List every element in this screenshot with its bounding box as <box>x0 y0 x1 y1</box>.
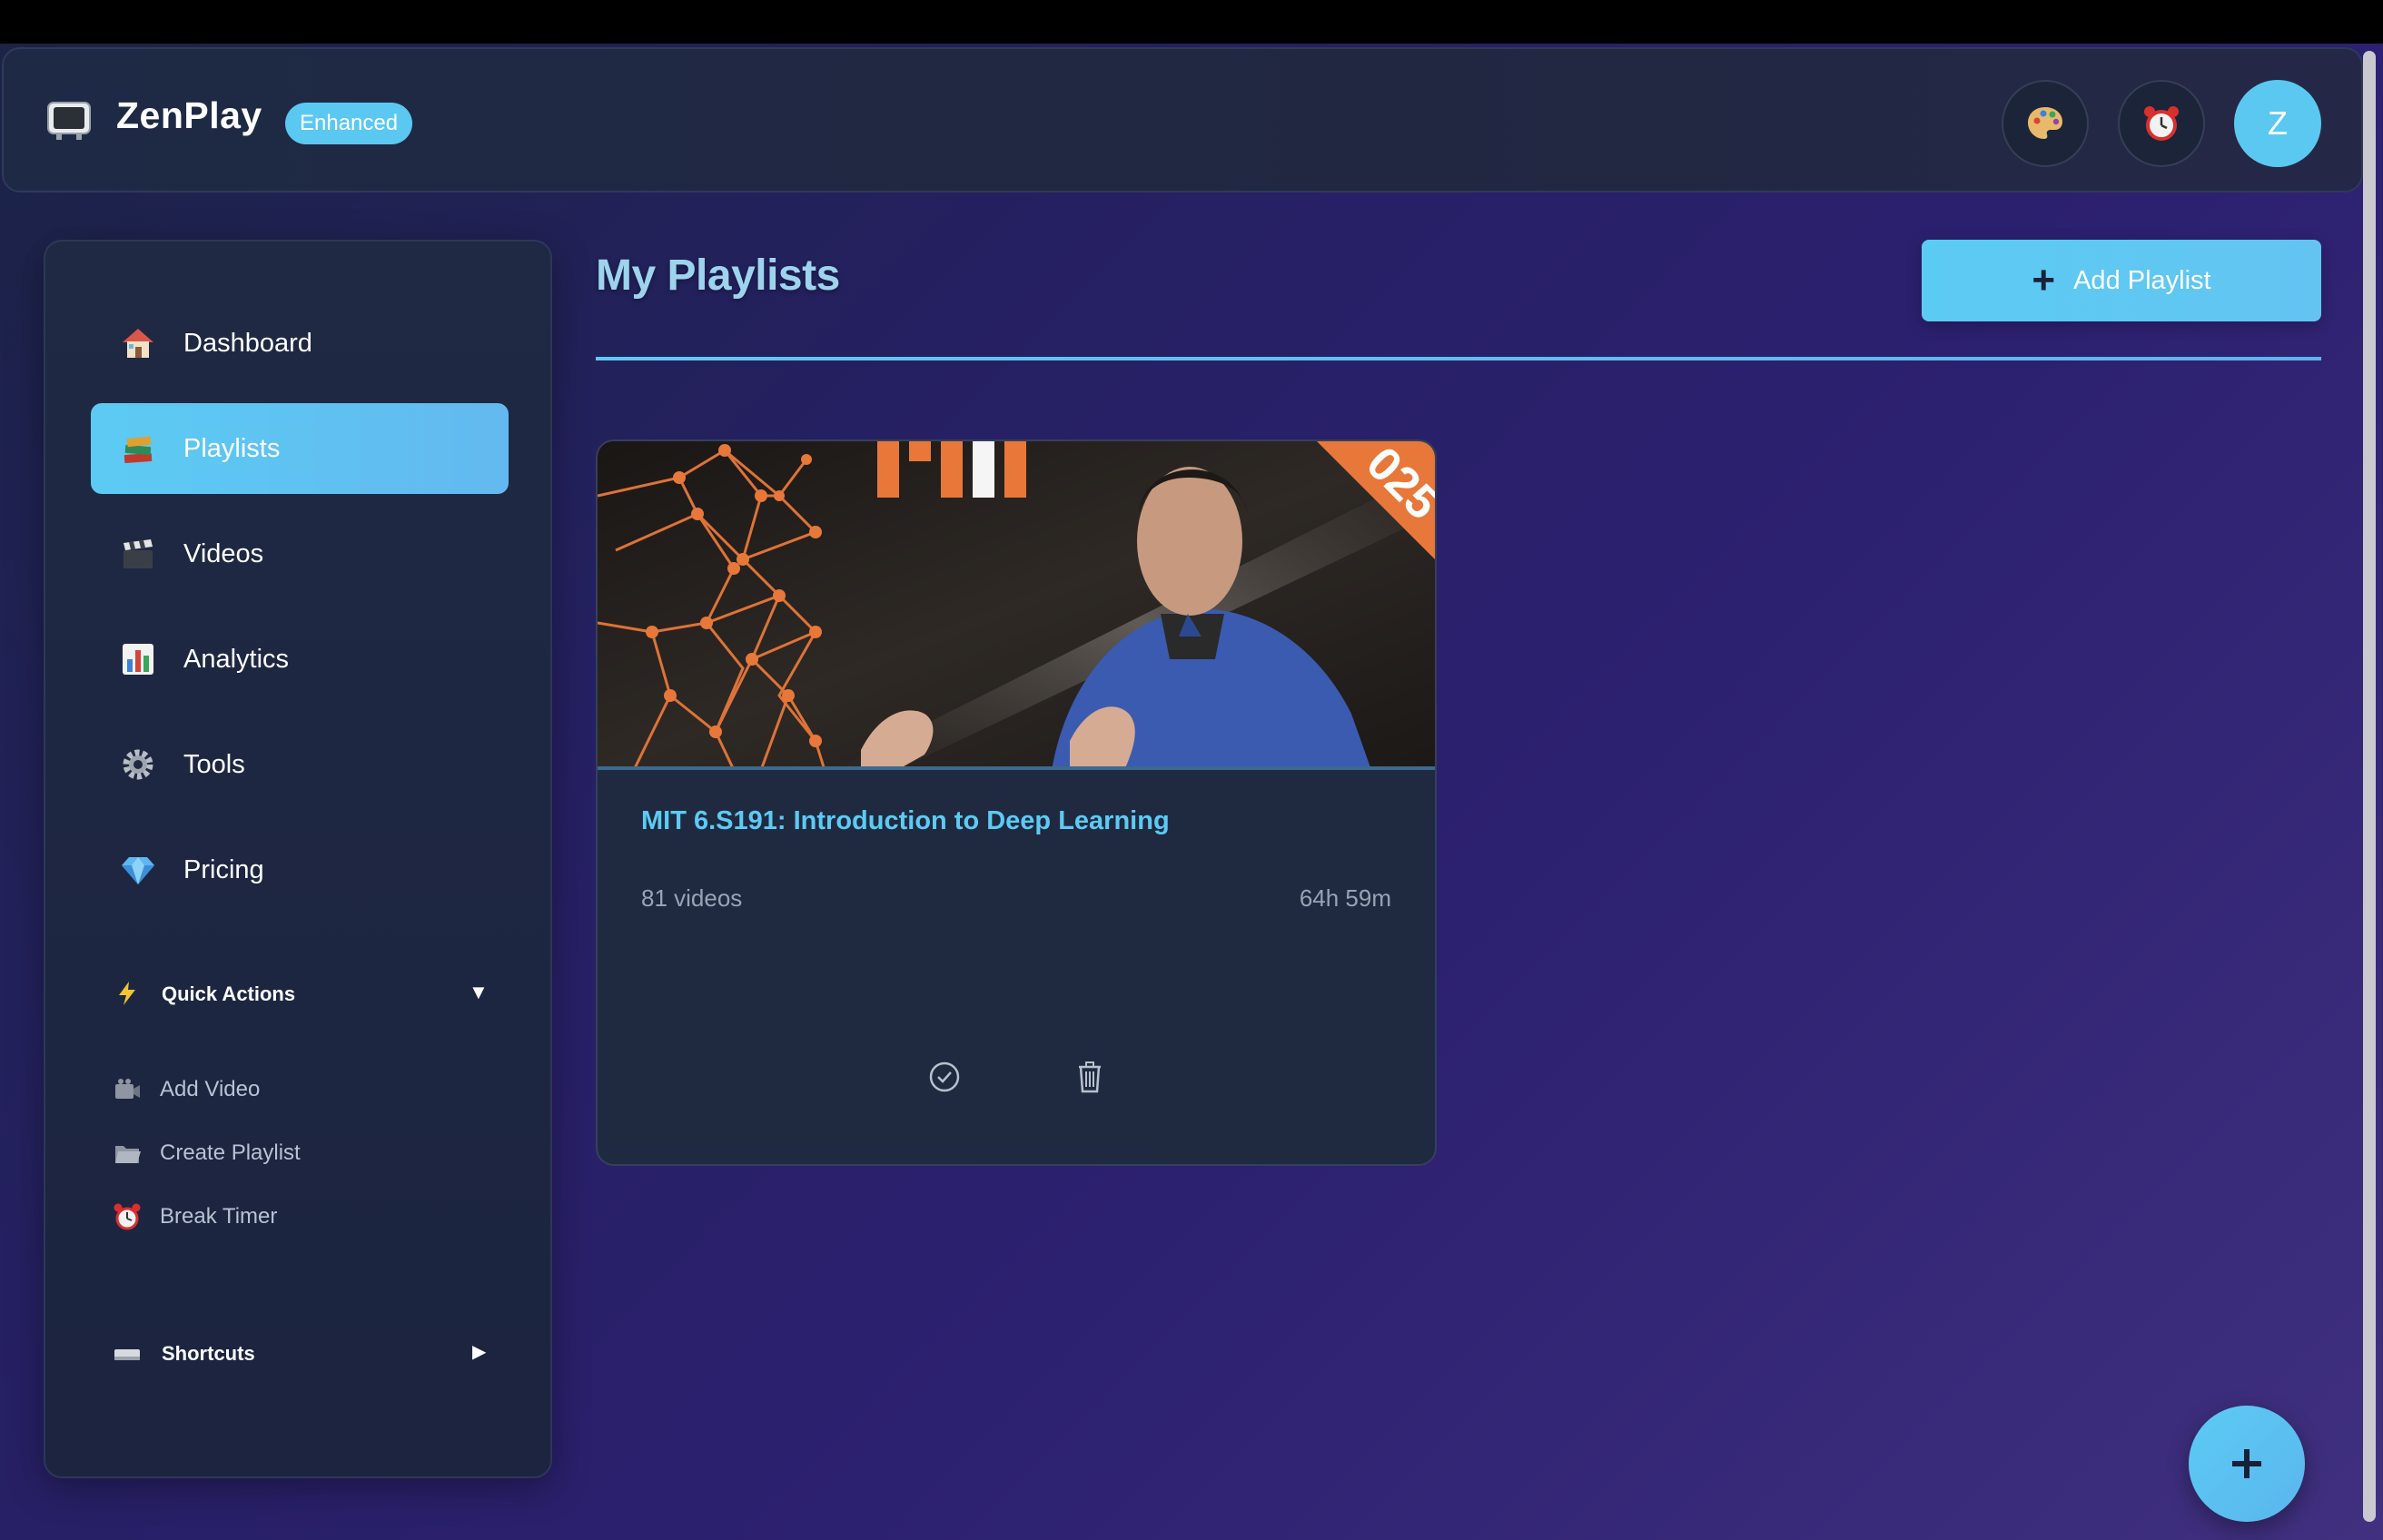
quick-action-label: Break Timer <box>160 1204 278 1229</box>
bar-chart-icon <box>123 644 153 675</box>
books-icon <box>124 436 153 463</box>
clapper-icon <box>124 539 153 568</box>
page-title: My Playlists <box>596 252 840 300</box>
sidebar-item-label: Dashboard <box>183 328 312 358</box>
quick-action-label: Create Playlist <box>160 1140 301 1165</box>
gem-icon <box>122 857 154 884</box>
tv-icon <box>47 102 91 140</box>
sidebar-item-label: Playlists <box>183 433 281 463</box>
floating-add-button[interactable] <box>2189 1406 2305 1522</box>
sidebar-item-label: Analytics <box>183 644 290 674</box>
playlist-thumbnail[interactable]: 025 <box>598 441 1435 770</box>
top-header: ZenPlay Enhanced Z <box>2 47 2363 192</box>
house-icon <box>123 329 153 358</box>
plus-icon: + <box>2032 258 2056 302</box>
folder-icon <box>115 1146 141 1163</box>
app-name[interactable]: ZenPlay <box>116 94 262 137</box>
enhanced-badge: Enhanced <box>285 103 413 144</box>
sidebar-item-label: Tools <box>183 749 245 779</box>
chevron-down-icon[interactable]: ▼ <box>469 981 489 1004</box>
lightning-icon <box>119 982 135 1005</box>
scrollbar[interactable] <box>2363 51 2376 1522</box>
add-playlist-button[interactable]: + Add Playlist <box>1922 240 2321 321</box>
thumbnail-image: 025 <box>598 441 1435 766</box>
alarm-clock-icon <box>114 1203 141 1230</box>
playlist-card[interactable]: 025 MIT 6.S191: Introduction to Deep Lea… <box>596 439 1437 1166</box>
title-divider <box>596 357 2321 360</box>
quick-action-break-timer[interactable]: Break Timer <box>113 1199 277 1235</box>
sidebar-item-tools[interactable]: Tools <box>91 719 509 810</box>
quick-action-label: Add Video <box>160 1077 261 1101</box>
sidebar-item-label: Pricing <box>183 854 264 884</box>
sidebar-item-playlists[interactable]: Playlists <box>91 403 509 494</box>
chevron-right-icon[interactable]: ▶ <box>472 1340 486 1363</box>
video-camera-icon <box>115 1079 140 1099</box>
quick-action-add-video[interactable]: Add Video <box>113 1071 260 1108</box>
sidebar-item-label: Videos <box>183 538 264 568</box>
gear-icon <box>123 749 153 780</box>
quick-action-create-playlist[interactable]: Create Playlist <box>113 1135 301 1171</box>
sidebar-item-analytics[interactable]: Analytics <box>91 614 509 705</box>
app-window: ZenPlay Enhanced Z Dashboard Playlists V… <box>0 44 2383 1540</box>
playlist-title[interactable]: MIT 6.S191: Introduction to Deep Learnin… <box>641 806 1170 836</box>
sidebar: Dashboard Playlists Videos Analytics Too… <box>44 240 552 1478</box>
sidebar-item-dashboard[interactable]: Dashboard <box>91 298 509 389</box>
sidebar-item-pricing[interactable]: Pricing <box>91 824 509 915</box>
add-playlist-label: Add Playlist <box>2073 265 2211 295</box>
playlist-duration: 64h 59m <box>1299 884 1391 912</box>
sidebar-item-videos[interactable]: Videos <box>91 508 509 599</box>
playlist-video-count: 81 videos <box>641 884 743 912</box>
alarm-clock-icon <box>2144 106 2179 141</box>
keyboard-icon <box>114 1349 140 1360</box>
check-circle-icon[interactable] <box>926 1059 963 1095</box>
shortcuts-title: Shortcuts <box>162 1342 255 1365</box>
plus-icon <box>2232 1449 2261 1478</box>
quick-actions-title: Quick Actions <box>162 982 296 1005</box>
break-timer-button[interactable] <box>2118 80 2205 167</box>
theme-button[interactable] <box>2002 80 2089 167</box>
user-avatar[interactable]: Z <box>2234 80 2321 167</box>
trash-icon[interactable] <box>1072 1059 1108 1095</box>
palette-icon <box>2028 107 2062 139</box>
